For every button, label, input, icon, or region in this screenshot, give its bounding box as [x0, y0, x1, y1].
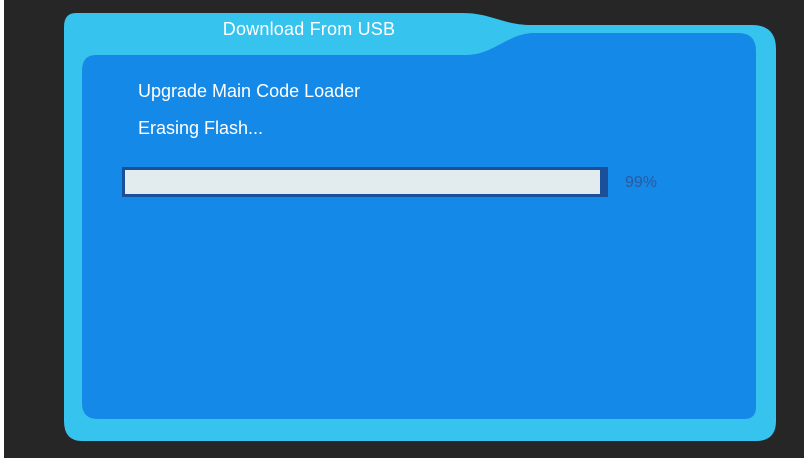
upgrade-target-label: Upgrade Main Code Loader: [138, 81, 361, 101]
download-dialog: Download From USB Upgrade Main Code Load…: [62, 11, 780, 443]
progress-bar-fill: [125, 170, 600, 194]
progress-bar: [122, 167, 608, 197]
dialog-frame: [64, 13, 776, 441]
progress-percent: 99%: [625, 174, 658, 191]
tv-screen: Download From USB Upgrade Main Code Load…: [4, 0, 804, 458]
status-text: Erasing Flash...: [138, 118, 264, 138]
dialog-title: Download From USB: [222, 19, 396, 39]
